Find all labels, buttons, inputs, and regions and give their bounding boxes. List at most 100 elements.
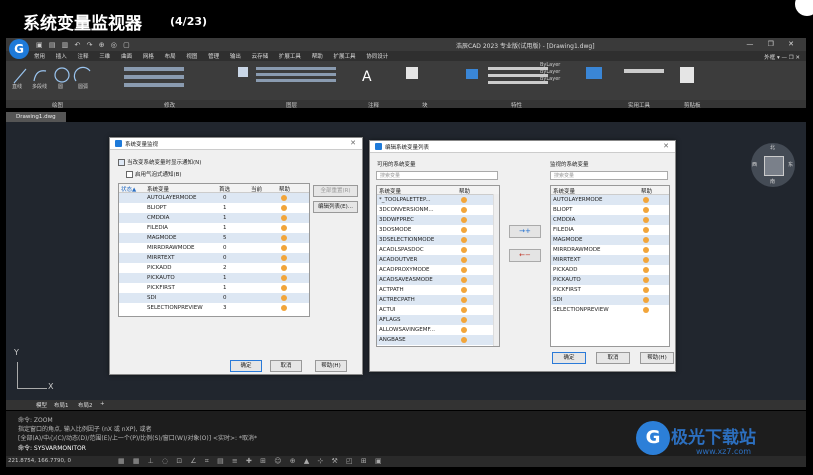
help-icon[interactable] [281,215,287,221]
ribbon-layer-2[interactable]: ByLayer [540,69,560,75]
help-icon[interactable] [461,277,467,283]
help-icon[interactable] [281,255,287,261]
tab-layout[interactable]: 布局 [165,52,176,60]
table-row[interactable]: AUTOLAYERMODE 0 [119,193,309,203]
table-row[interactable]: MIRRDRAWMODE [551,245,669,255]
help-icon[interactable] [461,267,467,273]
table-row[interactable]: ACADSAVEASMODE [377,275,499,285]
table-row[interactable]: ALLOWSAVINGEMF... [377,325,499,335]
help-icon[interactable] [281,195,287,201]
viewcube-south[interactable]: 南 [770,178,775,185]
tab-manage[interactable]: 管理 [208,52,219,60]
tab-apps[interactable]: 扩展工具 [279,52,301,60]
table-row[interactable]: BLIOPT 1 [119,203,309,213]
table-row[interactable]: PICKADD 2 [119,263,309,273]
table-row[interactable]: FILEDIA 1 [119,223,309,233]
table-row[interactable]: SDI 0 [119,293,309,303]
tab-help[interactable]: 帮助 [312,52,323,60]
help-icon[interactable] [461,317,467,323]
table-row[interactable]: MIRRDRAWMODE 0 [119,243,309,253]
tab-surface[interactable]: 曲面 [121,52,132,60]
tab-annotate[interactable]: 注释 [78,52,89,60]
table-row[interactable]: MAGMODE 5 [119,233,309,243]
viewcube-east[interactable]: 东 [788,161,793,168]
table-row[interactable]: 3DOSMODE [377,225,499,235]
table-row[interactable]: PICKAUTO 1 [119,273,309,283]
available-col-help[interactable]: 帮助 [459,187,470,195]
help-icon[interactable] [643,307,649,313]
help-icon[interactable] [643,277,649,283]
table-row[interactable]: AUTOLAYERMODE [551,195,669,205]
tab-view[interactable]: 视图 [186,52,197,60]
help-button[interactable]: 帮助(H) [640,352,674,364]
tab-home[interactable]: 常用 [34,52,45,60]
help-icon[interactable] [461,237,467,243]
ok-button[interactable]: 确定 [230,360,262,372]
col-help[interactable]: 帮助 [279,185,290,193]
tab-layout1[interactable]: 布局1 [54,401,69,409]
table-row[interactable]: ACTUI [377,305,499,315]
table-row[interactable]: 3DDWFPREC [377,215,499,225]
viewcube-top[interactable] [764,156,784,176]
table-row[interactable]: 3DSELECTIONMODE [377,235,499,245]
help-icon[interactable] [281,305,287,311]
table-row[interactable]: MIRRTEXT 0 [119,253,309,263]
tab-model[interactable]: 模型 [36,401,47,409]
help-icon[interactable] [281,245,287,251]
cancel-button[interactable]: 取消 [596,352,630,364]
help-icon[interactable] [461,297,467,303]
table-row[interactable]: FILEDIA [551,225,669,235]
table-row[interactable]: ANGBASE [377,335,499,345]
balloon-checkbox[interactable] [126,171,133,178]
table-row[interactable]: PICKFIRST 1 [119,283,309,293]
help-icon[interactable] [281,295,287,301]
add-variable-button[interactable]: →+ [509,225,541,238]
help-icon[interactable] [461,247,467,253]
help-icon[interactable] [643,297,649,303]
table-row[interactable]: CMDDIA 1 [119,213,309,223]
help-icon[interactable] [643,237,649,243]
table-row[interactable]: CMDDIA [551,215,669,225]
help-icon[interactable] [461,307,467,313]
ok-button[interactable]: 确定 [552,352,586,364]
help-icon[interactable] [461,327,467,333]
file-tab[interactable]: Drawing1.dwg [6,112,66,122]
help-icon[interactable] [643,227,649,233]
viewcube[interactable]: 北 南 西 东 [751,143,795,187]
table-row[interactable]: ACTRECPATH [377,295,499,305]
help-icon[interactable] [643,267,649,273]
help-icon[interactable] [281,235,287,241]
available-search-input[interactable]: 搜索变量 [376,171,498,180]
close-icon[interactable]: ✕ [350,139,356,147]
help-icon[interactable] [643,217,649,223]
viewcube-north[interactable]: 北 [770,144,775,151]
tab-layout2[interactable]: 布局2 [78,401,93,409]
help-icon[interactable] [461,337,467,343]
table-row[interactable]: ACTPATH [377,285,499,295]
quick-access-toolbar[interactable]: ▣ ▤ ▥ ↶ ↷ ⊕ ◎ ▢ [36,41,132,49]
table-row[interactable]: ACADOUTVER [377,255,499,265]
monitored-search-input[interactable]: 搜索变量 [550,171,668,180]
remove-variable-button[interactable]: ←− [509,249,541,262]
tab-insert[interactable]: 插入 [56,52,67,60]
ribbon-layer-3[interactable]: ByLayer [540,76,560,82]
close-icon[interactable]: ✕ [663,142,669,150]
sysvar-table[interactable]: 状态▲ 系统变量 首选 当前 帮助 AUTOLAYERMODE 0 BLIOPT 1 C… [118,183,310,317]
help-icon[interactable] [461,227,467,233]
table-row[interactable]: PICKAUTO [551,275,669,285]
help-icon[interactable] [643,207,649,213]
edit-list-button[interactable]: 编辑列表(E)... [313,201,358,213]
help-icon[interactable] [643,257,649,263]
help-icon[interactable] [281,265,287,271]
table-row[interactable]: MIRRTEXT [551,255,669,265]
menu-right-controls[interactable]: 外框 ▾ — ❐ ✕ [764,53,800,61]
command-input[interactable]: 命令: SYSVARMONITOR [18,443,86,452]
table-row[interactable]: SELECTIONPREVIEW [551,305,669,315]
reset-all-button[interactable]: 全部重置(R) [313,185,358,197]
tab-ext[interactable]: 扩展工具 [333,52,355,60]
status-toggle-icons[interactable]: ▦ ▦ ⊥ ◌ ⊡ ∠ ⌗ ▤ ≡ ✚ ⊞ ☺ ⊕ ▲ ⊹ ⚒ ◰ ⊞ ▣ [118,457,385,466]
table-row[interactable]: PICKADD [551,265,669,275]
help-icon[interactable] [461,287,467,293]
help-button[interactable]: 帮助(H) [315,360,347,372]
table-row[interactable]: *_TOOLPALETTEP... [377,195,499,205]
